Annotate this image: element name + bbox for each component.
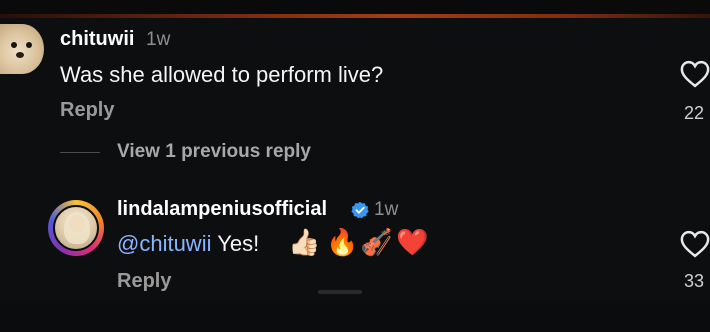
reply-button[interactable]: Reply	[117, 270, 171, 293]
reply-time: 1w	[374, 199, 399, 220]
reply-message: Yes!	[217, 231, 260, 256]
avatar-eye	[11, 42, 17, 48]
thread-divider	[60, 152, 100, 153]
comment-time: 1w	[146, 29, 171, 50]
commenter-avatar[interactable]	[0, 24, 44, 74]
like-count: 22	[684, 103, 705, 123]
scroll-indicator[interactable]	[318, 290, 362, 294]
reply-button[interactable]: Reply	[60, 99, 114, 122]
verified-badge-icon	[351, 201, 369, 219]
like-count: 33	[684, 271, 705, 291]
comment-text: Was she allowed to perform live?	[60, 62, 384, 87]
avatar-nose	[16, 52, 24, 58]
bottom-bar	[0, 300, 710, 332]
like-heart-icon[interactable]	[680, 60, 710, 88]
avatar-eye	[26, 42, 32, 48]
replier-avatar[interactable]	[53, 205, 99, 251]
avatar-face	[69, 215, 85, 233]
top-status-strip	[0, 0, 710, 14]
thumbs-up-icon: 👍🏻	[288, 227, 321, 257]
reply-mention[interactable]: @chituwii	[117, 231, 211, 256]
like-heart-icon[interactable]	[680, 230, 710, 258]
top-accent-glow	[0, 14, 710, 18]
view-previous-replies-button[interactable]: View 1 previous reply	[117, 141, 311, 163]
violin-icon: 🎻	[360, 227, 393, 257]
red-heart-icon: ❤️	[396, 227, 429, 257]
fire-icon: 🔥	[326, 227, 359, 257]
reply-text: @chituwii Yes!	[117, 231, 259, 257]
reply-username[interactable]: lindalampeniusofficial	[117, 198, 327, 221]
comment-username[interactable]: chituwii	[60, 28, 134, 51]
